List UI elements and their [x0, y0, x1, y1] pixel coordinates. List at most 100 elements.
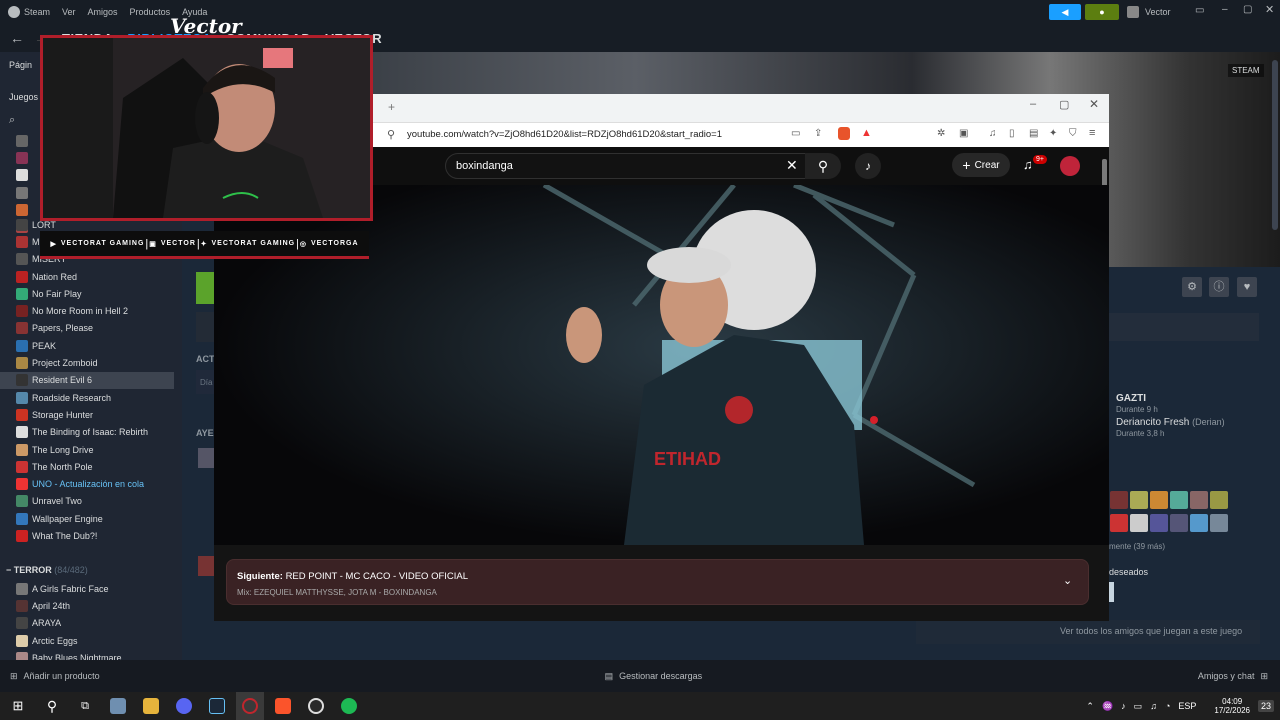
store-page-link[interactable]: STEAM: [1228, 64, 1264, 77]
leo-ai-icon[interactable]: ✦: [1049, 128, 1057, 139]
sidebar-game-item[interactable]: UNO - Actualización en cola: [0, 475, 182, 492]
sidebar-game-item[interactable]: Roadside Research: [0, 389, 182, 406]
browser-close-icon[interactable]: ✕: [1089, 97, 1099, 111]
friend-name-2[interactable]: Deriancito Fresh (Derian): [1116, 417, 1225, 428]
home-label[interactable]: Págin: [9, 60, 32, 70]
screenshot-icon[interactable]: ▣: [959, 128, 968, 139]
wallet-icon[interactable]: ▤: [1029, 128, 1038, 139]
music-icon[interactable]: ♫: [989, 128, 997, 139]
create-button[interactable]: + Crear: [952, 153, 1010, 177]
info-icon[interactable]: ⓘ: [1209, 277, 1229, 297]
friend-avatar[interactable]: [1110, 514, 1128, 532]
extensions-icon[interactable]: ✲: [937, 128, 945, 139]
vpn-icon[interactable]: ⛉: [1069, 128, 1077, 139]
add-icon[interactable]: ⊞: [10, 671, 18, 682]
username-label[interactable]: Vector: [1145, 7, 1171, 17]
browser-maximize-icon[interactable]: ▢: [1059, 98, 1069, 111]
sidebar-game-item[interactable]: The North Pole: [0, 458, 182, 475]
manage-downloads-button[interactable]: Gestionar descargas: [619, 671, 702, 681]
maximize-icon[interactable]: ▢: [1243, 4, 1252, 15]
category-header[interactable]: − TERROR (84/482): [6, 565, 88, 575]
notifications-button[interactable]: ●: [1085, 4, 1119, 20]
sidebar-game-item[interactable]: April 24th: [0, 597, 182, 614]
taskbar-app-1[interactable]: [104, 692, 132, 720]
tray-app-icon[interactable]: ♒: [1102, 701, 1113, 712]
task-view-button[interactable]: ⧉: [71, 692, 99, 720]
up-next-panel[interactable]: Siguiente: RED POINT - MC CACO - VIDEO O…: [226, 559, 1089, 605]
friend-avatar[interactable]: [1130, 491, 1148, 509]
tray-volume-icon[interactable]: ♫: [1150, 701, 1157, 711]
browser-menu-icon[interactable]: ≡: [1089, 127, 1095, 139]
friend-avatar[interactable]: [1170, 491, 1188, 509]
sidebar-game-item[interactable]: Papers, Please: [0, 320, 182, 337]
voice-search-button[interactable]: ♪: [855, 153, 881, 179]
chevron-down-icon[interactable]: ⌄: [1063, 574, 1072, 587]
clear-search-icon[interactable]: ✕: [786, 157, 798, 174]
sidebar-game-item[interactable]: The Binding of Isaac: Rebirth: [0, 424, 182, 441]
avatar[interactable]: [1127, 6, 1139, 18]
new-tab-icon[interactable]: +: [388, 100, 395, 114]
sidebar-game-item[interactable]: The Long Drive: [0, 441, 182, 458]
back-arrow-icon[interactable]: ←: [10, 30, 24, 46]
sidebar-game-item[interactable]: Nation Red: [0, 268, 182, 285]
search-button[interactable]: ⚲: [38, 692, 66, 720]
friend-avatar[interactable]: [1190, 491, 1208, 509]
menu-productos[interactable]: Productos: [130, 7, 171, 17]
share-icon[interactable]: ⇪: [814, 128, 822, 139]
friend-avatar[interactable]: [1170, 514, 1188, 532]
friend-avatar[interactable]: [1210, 491, 1228, 509]
steam-taskbar-button[interactable]: [203, 692, 231, 720]
sidebar-game-item[interactable]: Storage Hunter: [0, 406, 182, 423]
minimize-icon[interactable]: –: [1222, 4, 1228, 15]
activity-avatar-2[interactable]: [198, 556, 214, 576]
sidebar-game-item[interactable]: Project Zomboid: [0, 354, 182, 371]
sidebar-game-item[interactable]: Wallpaper Engine: [0, 510, 182, 527]
search-button[interactable]: ⚲: [805, 153, 841, 179]
start-button[interactable]: ⊞: [4, 692, 32, 720]
announcements-button[interactable]: ◀: [1049, 4, 1081, 20]
big-picture-icon[interactable]: ▭: [1195, 5, 1204, 16]
games-filter[interactable]: Juegos: [9, 92, 38, 102]
sidebar-icon[interactable]: ▯: [1009, 128, 1015, 139]
sidebar-game-item[interactable]: Arctic Eggs: [0, 632, 182, 649]
sidebar-game-item[interactable]: Resident Evil 6: [0, 371, 174, 389]
wishlist-button[interactable]: [1109, 582, 1114, 602]
browser-minimize-icon[interactable]: –: [1030, 98, 1036, 110]
brave-rewards-icon[interactable]: ▲: [861, 127, 872, 139]
friend-avatar[interactable]: [1190, 514, 1208, 532]
sidebar-game-item[interactable]: No More Room in Hell 2: [0, 302, 182, 319]
menu-amigos[interactable]: Amigos: [88, 7, 118, 17]
notifications-bell-icon[interactable]: ♫: [1023, 157, 1033, 172]
taskbar-app-2[interactable]: [302, 692, 330, 720]
tray-network-icon[interactable]: ▭: [1134, 701, 1143, 712]
tray-mic-icon[interactable]: ♪: [1121, 701, 1126, 711]
sidebar-game-item[interactable]: Unravel Two: [0, 493, 182, 510]
sidebar-game-item[interactable]: What The Dub?!: [0, 527, 182, 544]
youtube-avatar[interactable]: [1060, 156, 1080, 176]
friends-chat-button[interactable]: Amigos y chat: [1198, 671, 1255, 681]
close-icon[interactable]: ✕: [1265, 3, 1274, 16]
tray-wifi-icon[interactable]: ◔: [1165, 701, 1170, 711]
heart-icon[interactable]: ♥: [1237, 277, 1257, 297]
friend-avatar[interactable]: [1110, 491, 1128, 509]
friend-avatar[interactable]: [1150, 514, 1168, 532]
menu-ver[interactable]: Ver: [62, 7, 76, 17]
tray-chevron-icon[interactable]: ⌃: [1086, 701, 1094, 712]
friend-avatar[interactable]: [1150, 491, 1168, 509]
language-indicator[interactable]: ESP: [1178, 701, 1196, 711]
obs-button[interactable]: [236, 692, 264, 720]
settings-gear-icon[interactable]: ⚙: [1182, 277, 1202, 297]
sidebar-game-item[interactable]: ARAYA: [0, 615, 182, 632]
sidebar-game-item[interactable]: No Fair Play: [0, 285, 182, 302]
search-icon[interactable]: ⌕: [9, 114, 15, 127]
main-scrollbar[interactable]: [1272, 60, 1278, 230]
youtube-search-input[interactable]: boxindanga ✕: [445, 153, 813, 179]
play-button[interactable]: [196, 272, 214, 304]
site-info-icon[interactable]: ⚲: [387, 128, 395, 141]
sidebar-game-item[interactable]: PEAK: [0, 337, 182, 354]
chat-icon[interactable]: ⊞: [1260, 671, 1268, 682]
friend-name[interactable]: GAZTI: [1116, 393, 1146, 404]
brave-button[interactable]: [269, 692, 297, 720]
sidebar-game-item[interactable]: A Girls Fabric Face: [0, 580, 182, 597]
activity-avatar[interactable]: [198, 448, 214, 468]
